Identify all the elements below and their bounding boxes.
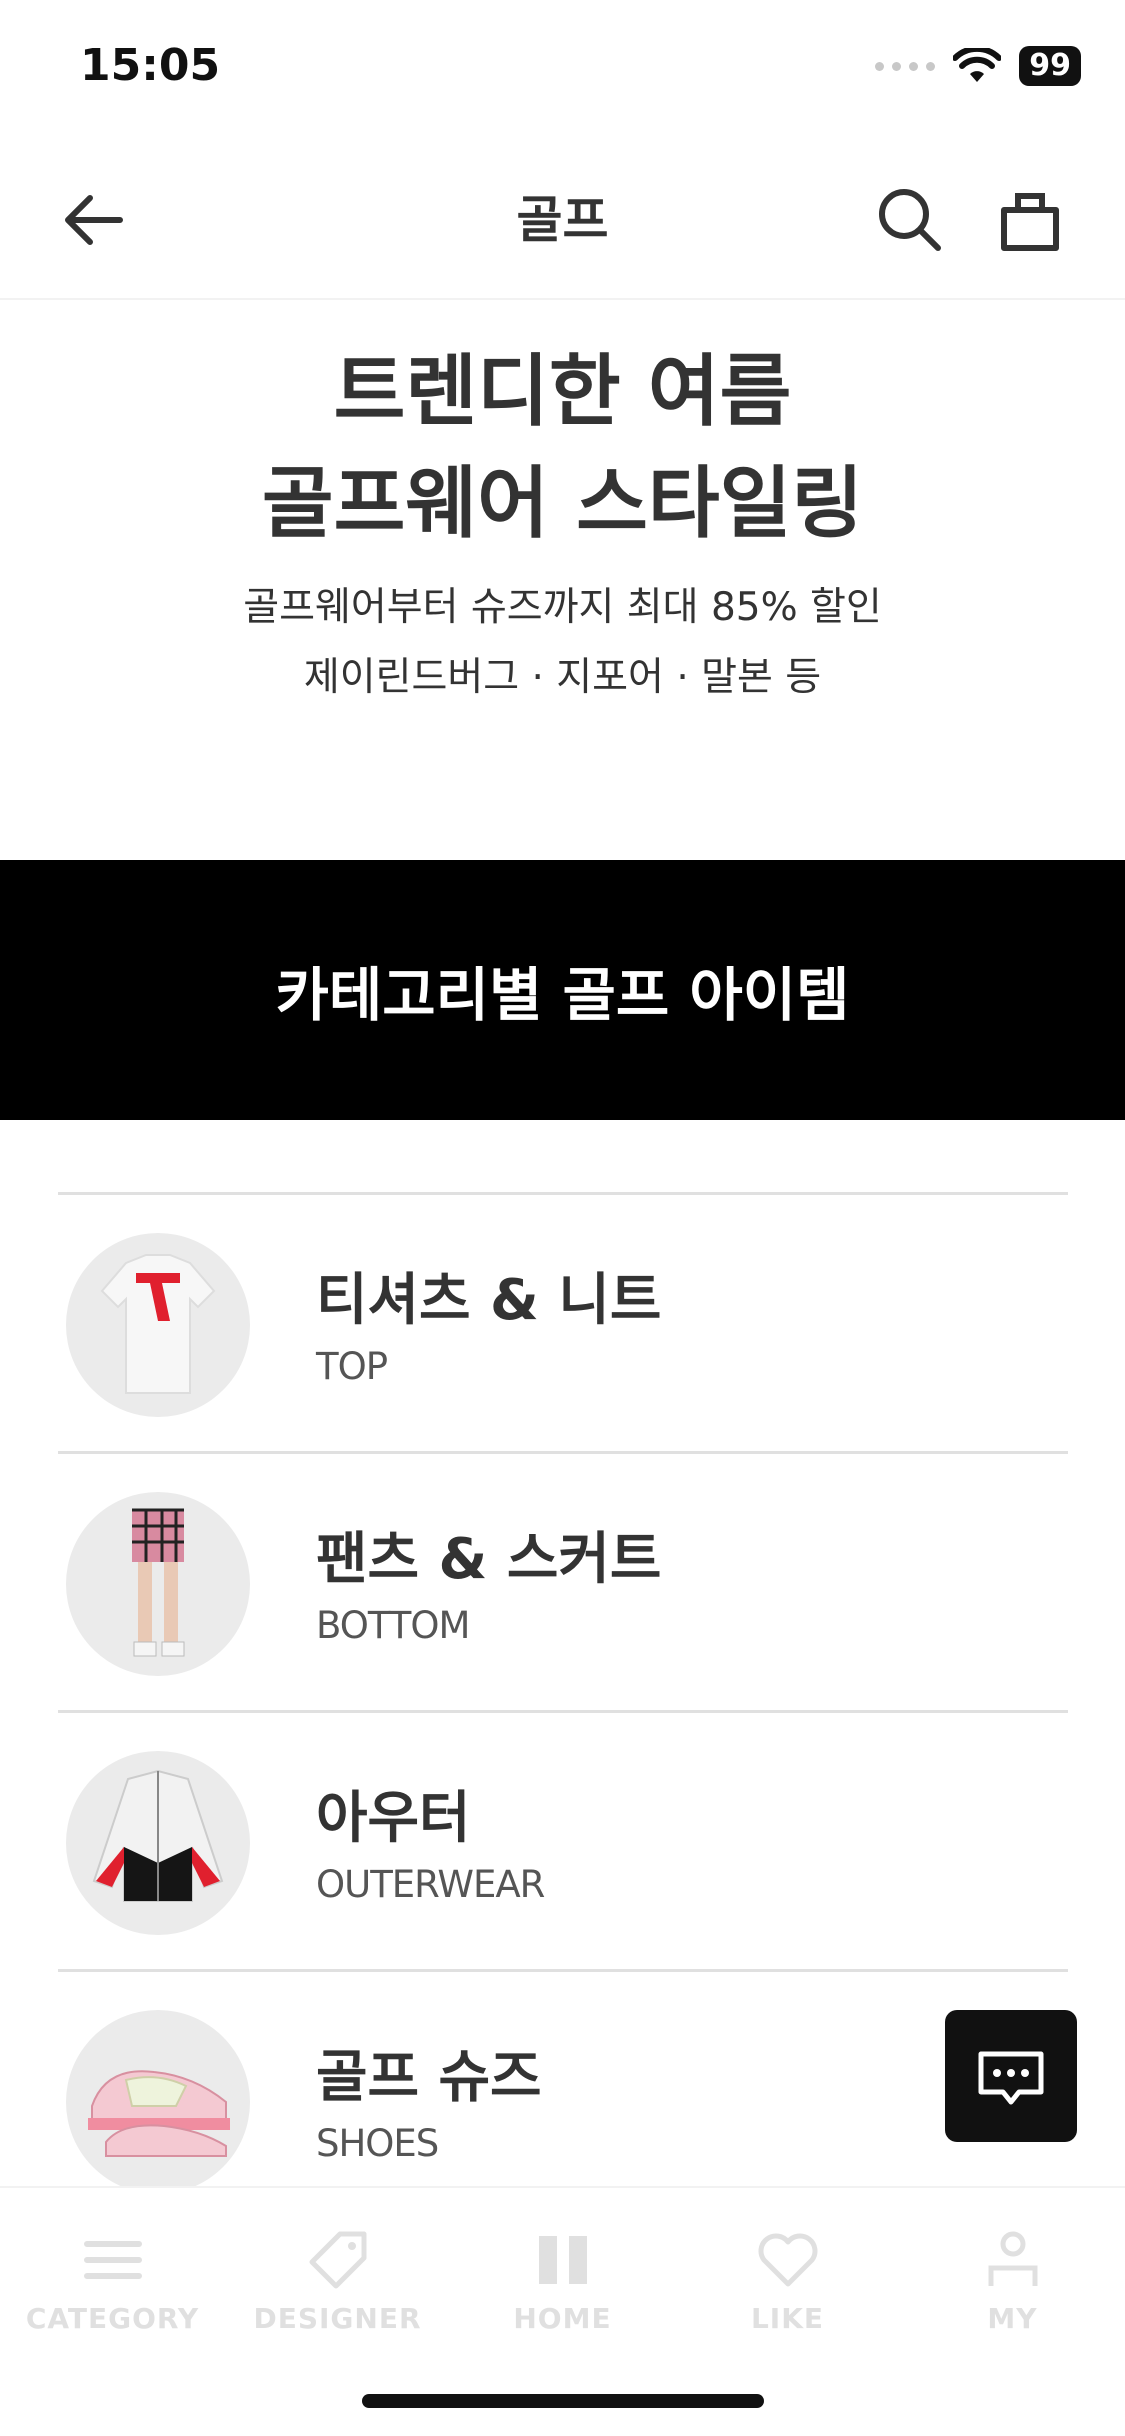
- battery-indicator: 99: [1019, 46, 1081, 86]
- category-banner: 카테고리별 골프 아이템: [0, 860, 1125, 1120]
- person-icon: [988, 2231, 1037, 2286]
- nav-label: HOME: [513, 2302, 612, 2335]
- category-item-top[interactable]: 티셔츠 & 니트 TOP: [58, 1192, 1068, 1451]
- category-subtitle: OUTERWEAR: [316, 1863, 545, 1906]
- top-header: 골프: [0, 140, 1125, 300]
- tshirt-image: [100, 1254, 216, 1394]
- heart-icon: [758, 2233, 817, 2287]
- tag-icon: [309, 2231, 366, 2289]
- category-subtitle: SHOES: [316, 2122, 439, 2165]
- nav-label: LIKE: [750, 2302, 825, 2335]
- search-icon: [879, 189, 941, 251]
- hero-subtitle-line1: 골프웨어부터 슈즈까지 최대 85% 할인: [243, 585, 882, 630]
- menu-icon: [83, 2241, 142, 2279]
- status-bar: 15:05 99: [0, 0, 1125, 140]
- nav-category[interactable]: CATEGORY: [0, 2228, 225, 2348]
- shopping-bag-icon: [1001, 193, 1059, 251]
- hero-title: 트렌디한 여름 골프웨어 스타일링: [0, 336, 1125, 560]
- category-name: 팬츠 & 스커트: [316, 1527, 662, 1592]
- nav-designer[interactable]: DESIGNER: [225, 2228, 450, 2348]
- shoes-image: [88, 2070, 230, 2157]
- category-name: 아우터: [316, 1786, 471, 1851]
- status-icons: 99: [875, 46, 1081, 86]
- outerwear-thumbnail: [66, 1751, 250, 1935]
- banner-title: 카테고리별 골프 아이템: [275, 961, 850, 1029]
- nav-like[interactable]: LIKE: [675, 2228, 900, 2348]
- category-subtitle: TOP: [316, 1345, 388, 1388]
- page-title: 골프: [516, 191, 609, 249]
- category-name: 골프 슈즈: [316, 2045, 542, 2110]
- shorts-image: [132, 1508, 185, 1657]
- bottom-thumbnail: [66, 1492, 250, 1676]
- category-subtitle: BOTTOM: [316, 1604, 470, 1647]
- chat-button[interactable]: [945, 2010, 1077, 2142]
- category-name: 티셔츠 & 니트: [316, 1268, 662, 1333]
- home-indicator[interactable]: [362, 2394, 764, 2408]
- nav-my[interactable]: MY: [900, 2228, 1125, 2348]
- category-item-bottom[interactable]: 팬츠 & 스커트 BOTTOM: [58, 1451, 1068, 1710]
- shoes-thumbnail: [66, 2010, 250, 2194]
- shopping-bag-button[interactable]: [990, 180, 1070, 260]
- nav-label: MY: [987, 2302, 1038, 2335]
- nav-home[interactable]: HOME: [450, 2228, 675, 2348]
- home-icon: [538, 2236, 587, 2284]
- chat-icon: [978, 2051, 1044, 2105]
- category-list: 티셔츠 & 니트 TOP 팬츠 & 스커트 BOTTOM 아우터 OUTERWE…: [58, 1192, 1068, 2228]
- hero-subtitle-line2: 제이린드버그 · 지포어 · 말본 등: [303, 655, 822, 700]
- nav-label: CATEGORY: [25, 2302, 200, 2335]
- nav-label: DESIGNER: [253, 2302, 422, 2335]
- signal-icon: [875, 61, 936, 71]
- category-item-outerwear[interactable]: 아우터 OUTERWEAR: [58, 1710, 1068, 1969]
- wifi-icon: [953, 48, 1002, 82]
- status-time: 15:05: [80, 40, 221, 91]
- hero-title-line2: 골프웨어 스타일링: [261, 459, 864, 549]
- jacket-image: [92, 1769, 224, 1902]
- hero-title-line1: 트렌디한 여름: [333, 347, 792, 437]
- search-button[interactable]: [870, 180, 950, 260]
- top-thumbnail: [66, 1233, 250, 1417]
